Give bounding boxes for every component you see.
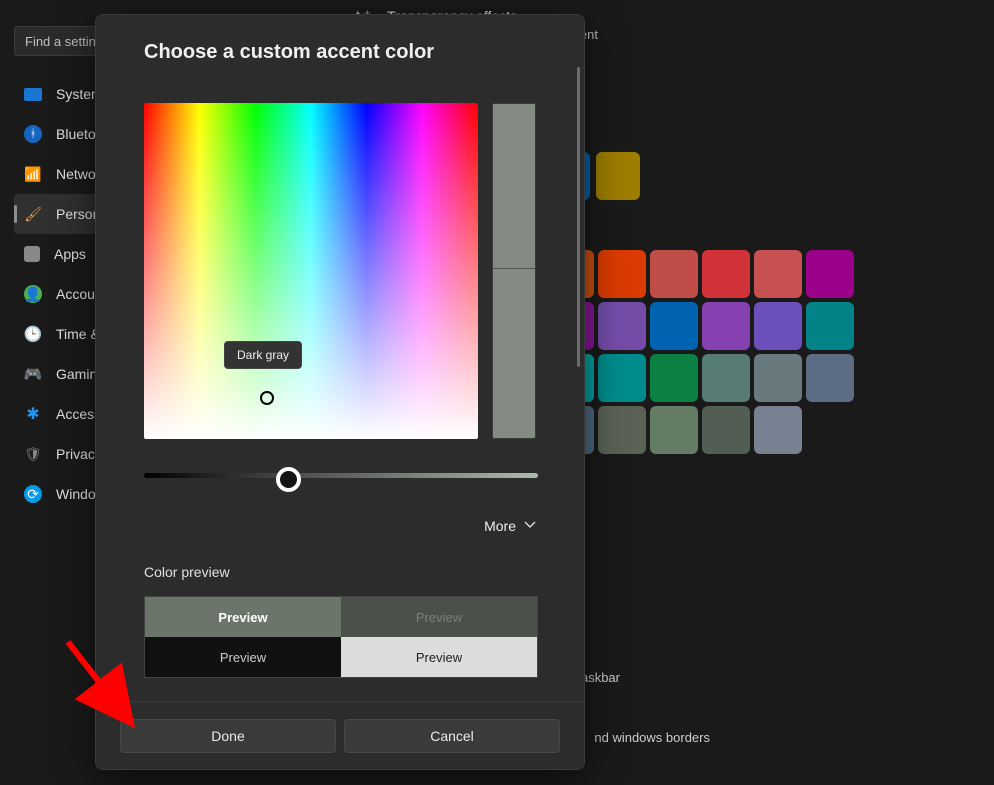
color-swatch[interactable] <box>598 250 646 298</box>
brush-icon: 🖌 <box>24 205 42 223</box>
color-swatch[interactable] <box>702 354 750 402</box>
update-icon: ⟳ <box>24 485 42 503</box>
color-swatch[interactable] <box>806 354 854 402</box>
preview-tile-accent-dark: Preview <box>341 597 537 637</box>
color-swatch[interactable] <box>754 250 802 298</box>
slider-thumb[interactable] <box>276 467 301 492</box>
accessibility-icon: ✱ <box>24 405 42 423</box>
color-swatch[interactable] <box>598 302 646 350</box>
dialog-body: Dark gray More Color preview Preview Pre… <box>96 83 584 699</box>
preview-tile-white: Preview <box>341 637 537 677</box>
color-preview-grid: Preview Preview Preview Preview <box>144 596 538 678</box>
color-swatch[interactable] <box>650 302 698 350</box>
color-gradient-canvas[interactable]: Dark gray <box>144 103 478 439</box>
preview-tile-accent-light: Preview <box>145 597 341 637</box>
value-slider[interactable] <box>144 473 538 478</box>
borders-line-fragment: nd windows borders <box>594 730 710 745</box>
shield-icon: 🛡 <box>24 445 42 463</box>
more-label: More <box>484 518 516 534</box>
apps-icon <box>24 246 40 262</box>
color-name-tooltip: Dark gray <box>224 341 302 369</box>
color-swatch[interactable] <box>598 406 646 454</box>
more-expander[interactable]: More <box>144 518 536 534</box>
bluetooth-icon: ᚼ <box>24 125 42 143</box>
color-swatch[interactable] <box>754 354 802 402</box>
color-picker-dialog: Choose a custom accent color Dark gray M… <box>95 14 585 770</box>
color-swatch[interactable] <box>702 302 750 350</box>
color-swatch[interactable] <box>702 406 750 454</box>
accounts-icon: 👤 <box>24 285 42 303</box>
sidebar-item-label: Apps <box>54 246 86 262</box>
search-placeholder: Find a setting <box>25 34 103 49</box>
color-swatch[interactable] <box>702 250 750 298</box>
dialog-footer: Done Cancel <box>96 701 584 769</box>
color-preview-label: Color preview <box>144 564 536 580</box>
color-swatch[interactable] <box>806 250 854 298</box>
time-icon <box>24 325 42 343</box>
chevron-down-icon <box>524 518 536 534</box>
cancel-button[interactable]: Cancel <box>344 719 560 753</box>
color-swatch[interactable] <box>806 302 854 350</box>
color-swatch[interactable] <box>650 406 698 454</box>
value-bar[interactable] <box>492 103 536 439</box>
system-icon <box>24 88 42 101</box>
color-swatch[interactable] <box>754 302 802 350</box>
color-swatch[interactable] <box>596 152 640 200</box>
taskbar-line-fragment: askbar <box>581 670 620 685</box>
accent-grid <box>546 250 854 454</box>
gaming-icon <box>24 365 42 383</box>
color-swatch[interactable] <box>650 354 698 402</box>
color-swatch[interactable] <box>650 250 698 298</box>
dialog-title: Choose a custom accent color <box>96 15 584 82</box>
wifi-icon: 📶 <box>24 165 42 183</box>
slider-track <box>144 473 538 478</box>
done-button[interactable]: Done <box>120 719 336 753</box>
color-swatch[interactable] <box>598 354 646 402</box>
color-swatch[interactable] <box>754 406 802 454</box>
preview-tile-black: Preview <box>145 637 341 677</box>
color-cursor[interactable] <box>260 391 274 405</box>
